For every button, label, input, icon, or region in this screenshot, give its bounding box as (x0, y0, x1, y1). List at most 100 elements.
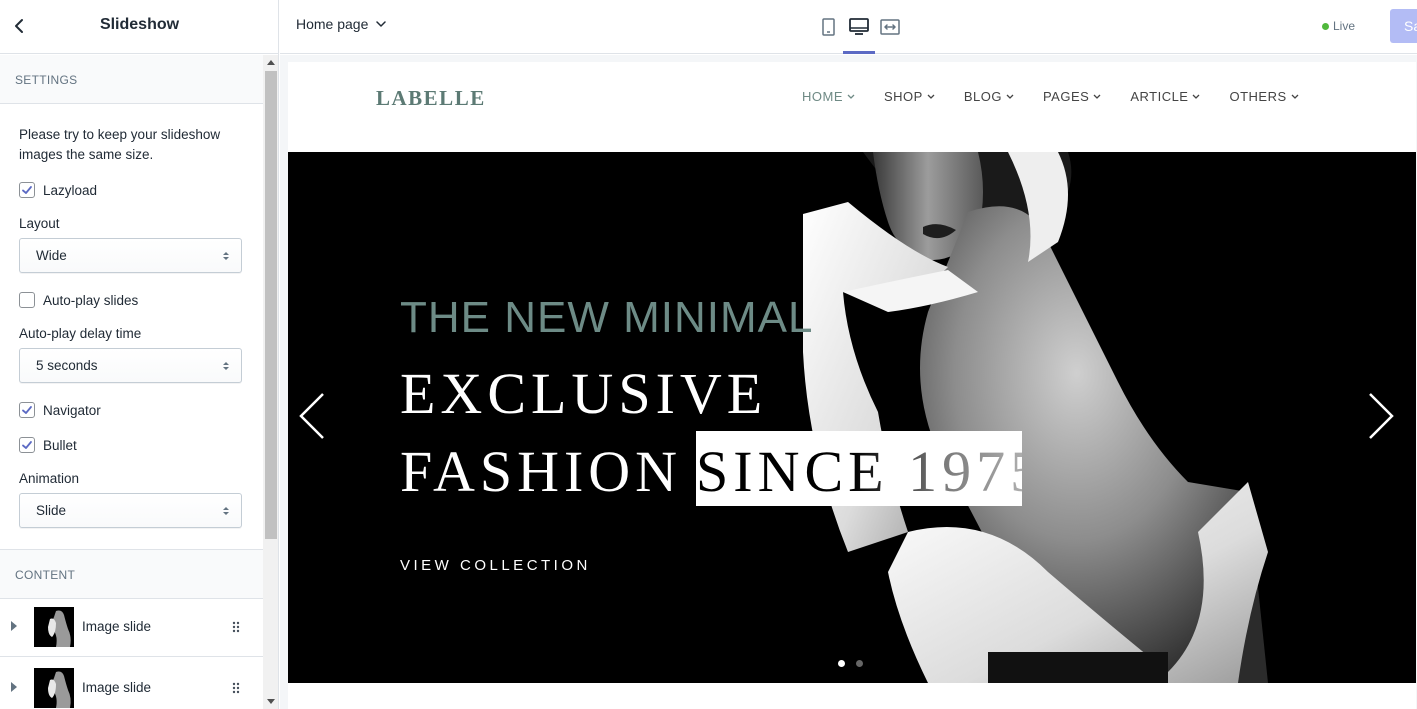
fullwidth-icon (880, 19, 900, 35)
nav-item-blog[interactable]: BLOG (964, 89, 1014, 104)
animation-label: Animation (19, 471, 80, 486)
nav-label: PAGES (1042, 89, 1090, 104)
nav-item-pages[interactable]: PAGES (1043, 89, 1101, 104)
checkbox-box[interactable] (19, 292, 35, 308)
chevron-down-icon (1093, 94, 1101, 99)
arrow-right-icon (1369, 393, 1394, 439)
autoplay-checkbox[interactable]: Auto-play slides (19, 291, 138, 309)
sidebar-title: Slideshow (99, 16, 180, 33)
chevron-down-icon (1193, 94, 1200, 99)
desktop-view-button[interactable] (847, 15, 871, 39)
live-label: Live (1333, 19, 1356, 33)
autoplay-delay-value: 5 seconds (36, 358, 98, 373)
content-heading: CONTENT (15, 568, 76, 582)
nav-item-others[interactable]: OTHERS (1229, 89, 1299, 104)
layout-label: Layout (19, 216, 60, 231)
fullwidth-view-button[interactable] (878, 15, 902, 39)
hero-highlight-text: SINCE 1975 (696, 438, 1022, 505)
autoplay-label: Auto-play slides (43, 292, 139, 308)
sidebar-scroll-area: SETTINGS Please try to keep your slidesh… (0, 55, 263, 709)
slide-thumbnail (34, 668, 74, 708)
image-slide-item[interactable]: Image slide (0, 658, 263, 709)
caret-right-icon[interactable] (11, 621, 17, 631)
nav-label: BLOG (963, 89, 1002, 104)
layout-value: Wide (36, 248, 67, 263)
nav-label: HOME (802, 89, 843, 104)
hero-slideshow: THE NEW MINIMAL EXCLUSIVE FASHION SINCE … (288, 152, 1416, 683)
desktop-icon (849, 18, 869, 35)
slide-bullet[interactable] (838, 660, 845, 667)
hero-title-highlight: SINCE 1975 (696, 431, 1022, 506)
chevron-down-icon (376, 20, 387, 27)
select-arrows-icon (223, 252, 229, 260)
mobile-view-button[interactable] (816, 15, 840, 39)
autoplay-delay-label: Auto-play delay time (19, 326, 142, 341)
checkbox-box[interactable] (19, 437, 35, 453)
slide-bullet[interactable] (856, 660, 863, 667)
chevron-down-icon (847, 94, 855, 99)
hero-title-line1: EXCLUSIVE (400, 361, 768, 426)
chevron-down-icon (927, 94, 935, 99)
store-preview: LABELLE HOME SHOP BLOG PAGES ARTICLE OTH… (288, 62, 1416, 709)
scroll-up-icon[interactable] (267, 59, 275, 65)
slide-bullets (838, 660, 874, 667)
slide-next-button[interactable] (1366, 392, 1396, 445)
store-nav: HOME SHOP BLOG PAGES ARTICLE OTHERS (802, 89, 1328, 104)
lazyload-label: Lazyload (43, 182, 98, 198)
save-button[interactable]: Save (1390, 9, 1417, 43)
image-slide-item[interactable]: Image slide (0, 597, 263, 657)
navigator-label: Navigator (43, 402, 101, 418)
nav-label: OTHERS (1229, 89, 1287, 104)
nav-label: ARTICLE (1130, 89, 1189, 104)
settings-heading: SETTINGS (15, 73, 78, 87)
lazyload-checkbox[interactable]: Lazyload (19, 181, 97, 199)
animation-select[interactable]: Slide (19, 493, 242, 528)
slide-thumbnail (34, 607, 74, 647)
editor-topbar: Home page Live Save (280, 0, 1417, 54)
drag-handle-icon[interactable] (232, 682, 240, 694)
scroll-down-icon[interactable] (267, 699, 275, 705)
sidebar: Slideshow SETTINGS Please try to keep yo… (0, 0, 279, 709)
checkmark-icon (22, 441, 32, 449)
active-device-indicator (843, 51, 875, 54)
settings-section-header: SETTINGS (0, 55, 263, 104)
content-section-header: CONTENT (0, 550, 263, 599)
checkbox-box[interactable] (19, 402, 35, 418)
autoplay-delay-select[interactable]: 5 seconds (19, 348, 242, 383)
slide-label: Image slide (82, 680, 152, 695)
page-selector[interactable]: Home page (296, 16, 387, 32)
live-status: Live (1322, 19, 1355, 33)
drag-handle-icon[interactable] (232, 621, 240, 633)
nav-item-home[interactable]: HOME (802, 89, 855, 104)
chevron-down-icon (1291, 94, 1299, 99)
sidebar-header: Slideshow (0, 0, 278, 54)
hero-subtitle: THE NEW MINIMAL (400, 293, 814, 342)
checkbox-box[interactable] (19, 182, 35, 198)
view-collection-link[interactable]: VIEW COLLECTION (400, 557, 591, 574)
nav-item-shop[interactable]: SHOP (884, 89, 935, 104)
page-selector-label: Home page (296, 16, 369, 32)
animation-value: Slide (36, 503, 67, 518)
chevron-down-icon (1006, 94, 1014, 99)
bullet-checkbox[interactable]: Bullet (19, 436, 77, 454)
checkmark-icon (22, 186, 32, 194)
help-text: Please try to keep your slideshow images… (19, 127, 221, 162)
checkmark-icon (22, 406, 32, 414)
store-header: LABELLE HOME SHOP BLOG PAGES ARTICLE OTH… (288, 62, 1416, 152)
nav-item-article[interactable]: ARTICLE (1130, 89, 1200, 104)
store-logo[interactable]: LABELLE (376, 86, 486, 111)
mobile-icon (822, 18, 835, 36)
slide-label: Image slide (82, 619, 152, 634)
select-arrows-icon (223, 507, 229, 515)
sidebar-scrollbar[interactable] (263, 55, 278, 709)
navigator-checkbox[interactable]: Navigator (19, 401, 101, 419)
bullet-label: Bullet (43, 437, 77, 453)
layout-select[interactable]: Wide (19, 238, 242, 273)
preview-area: LABELLE HOME SHOP BLOG PAGES ARTICLE OTH… (280, 55, 1417, 709)
scrollbar-thumb[interactable] (265, 71, 277, 539)
arrow-left-icon (299, 393, 324, 439)
nav-label: SHOP (884, 89, 923, 104)
caret-right-icon[interactable] (11, 682, 17, 692)
theme-editor: Slideshow SETTINGS Please try to keep yo… (0, 0, 1417, 709)
slide-prev-button[interactable] (297, 392, 327, 445)
